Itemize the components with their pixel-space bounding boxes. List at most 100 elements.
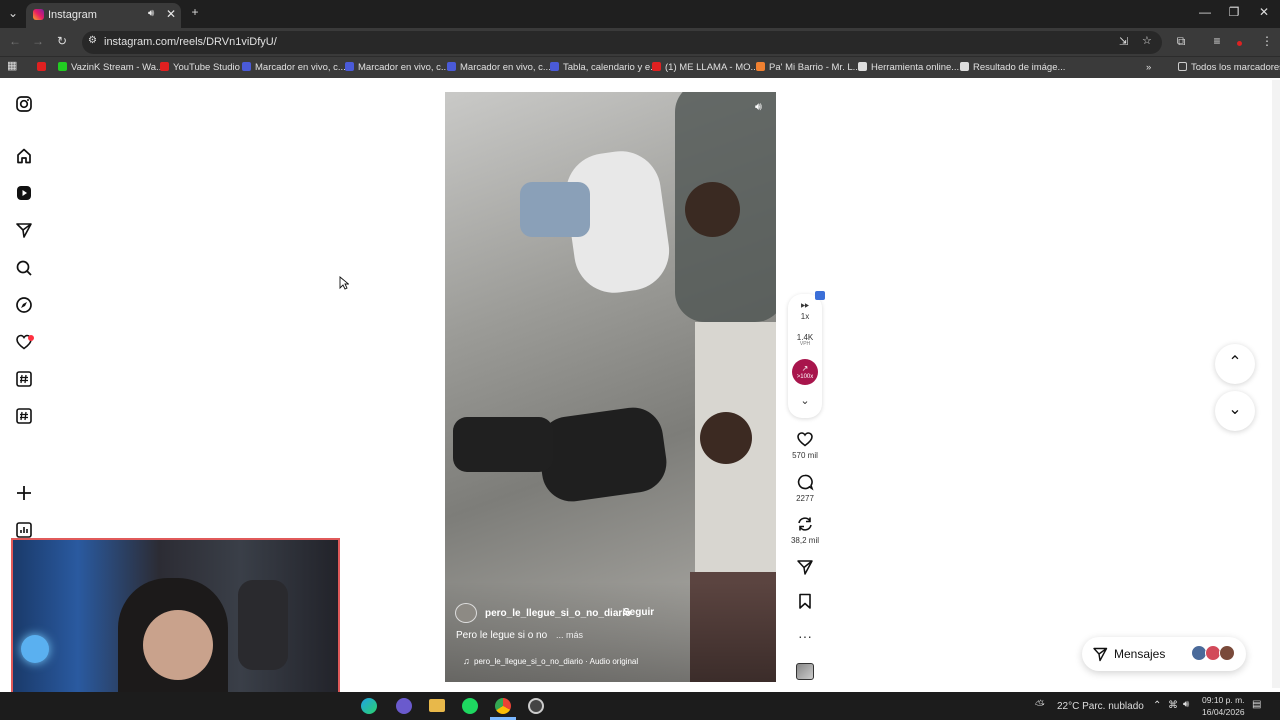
bookmark-label: Resultado de imáge... bbox=[973, 62, 1066, 73]
create-icon[interactable] bbox=[15, 484, 33, 502]
weather-text[interactable]: 22°C Parc. nublado bbox=[1057, 701, 1144, 712]
bookmark-favicon-icon bbox=[447, 62, 456, 71]
bookmark-item[interactable]: Marcador en vivo, c... bbox=[345, 61, 449, 74]
tray-expand-icon[interactable]: ⌃ bbox=[1153, 700, 1161, 711]
instagram-logo-icon[interactable] bbox=[15, 95, 33, 113]
gaming-chair-shape bbox=[238, 580, 288, 670]
bookmark-item[interactable]: Resultado de imáge... bbox=[960, 61, 1065, 74]
audio-thumbnail[interactable] bbox=[796, 663, 814, 680]
home-icon[interactable] bbox=[15, 147, 33, 165]
fast-forward-icon[interactable]: ⏩︎ bbox=[792, 299, 818, 312]
bookmark-star-icon[interactable]: ☆ bbox=[1142, 34, 1152, 47]
site-info-icon[interactable]: ⚙︎ bbox=[88, 35, 97, 46]
file-explorer-icon[interactable] bbox=[429, 699, 445, 712]
media-control-icon[interactable]: ≡ bbox=[1202, 34, 1232, 48]
install-app-icon[interactable]: ⇲ bbox=[1119, 35, 1128, 48]
like-icon[interactable] bbox=[795, 430, 815, 448]
messages-icon[interactable] bbox=[15, 221, 33, 239]
messages-label: Mensajes bbox=[1114, 647, 1166, 661]
comment-count: 2277 bbox=[796, 494, 814, 503]
address-bar[interactable]: ⚙︎ instagram.com/reels/DRVn1viDfyU/ ⇲ ☆ bbox=[82, 31, 1162, 54]
threads-icon[interactable] bbox=[15, 370, 33, 388]
network-icon[interactable]: ⌘ bbox=[1168, 700, 1178, 711]
reel-caption: Pero le legue si o no bbox=[456, 630, 548, 641]
more-link[interactable]: ... más bbox=[556, 630, 583, 640]
discord-icon[interactable] bbox=[396, 698, 412, 714]
trend-badge[interactable]: ↗ >100x bbox=[792, 359, 818, 385]
instagram-favicon-icon bbox=[33, 9, 44, 20]
apps-icon[interactable]: ▦ bbox=[7, 60, 17, 73]
bookmark-item[interactable]: Pa' Mi Barrio - Mr. L... bbox=[756, 61, 861, 74]
messages-pill[interactable]: Mensajes bbox=[1082, 637, 1246, 671]
reel-video[interactable]: 🔊︎ pero_le_llegue_si_o_no_diario Seguir … bbox=[445, 92, 776, 682]
follow-button[interactable]: Seguir bbox=[623, 607, 654, 618]
avatar[interactable] bbox=[455, 603, 477, 623]
reels-icon[interactable] bbox=[15, 184, 33, 202]
new-tab-icon[interactable]: + bbox=[180, 5, 210, 19]
comment-icon[interactable] bbox=[795, 473, 815, 491]
audio-label[interactable]: pero_le_llegue_si_o_no_diario · Audio or… bbox=[474, 657, 638, 666]
bookmark-item[interactable]: YouTube Studio bbox=[160, 61, 240, 74]
close-tab-icon[interactable]: ✕ bbox=[166, 7, 176, 21]
obs-icon[interactable] bbox=[528, 698, 544, 714]
reload-icon[interactable]: ↻ bbox=[47, 34, 77, 48]
repost-icon[interactable] bbox=[795, 515, 815, 533]
bookmark-label: Marcador en vivo, c... bbox=[255, 62, 346, 73]
share-icon[interactable] bbox=[795, 558, 815, 576]
bookmark-item[interactable] bbox=[37, 61, 50, 74]
bookmark-favicon-icon bbox=[652, 62, 661, 71]
profile-icon[interactable] bbox=[1237, 41, 1242, 46]
reel-username[interactable]: pero_le_llegue_si_o_no_diario bbox=[485, 608, 631, 619]
chevron-down-icon[interactable]: ⌄ bbox=[792, 394, 818, 407]
search-icon[interactable] bbox=[15, 259, 33, 277]
spotify-icon[interactable] bbox=[462, 698, 478, 714]
previous-reel-button[interactable]: ⌃ bbox=[1215, 344, 1255, 384]
bookmark-item[interactable]: Herramienta online... bbox=[858, 61, 959, 74]
avatar bbox=[1219, 645, 1235, 661]
explore-icon[interactable] bbox=[15, 296, 33, 314]
bookmark-favicon-icon bbox=[242, 62, 251, 71]
browser-toolbar: ← → ↻ ⚙︎ instagram.com/reels/DRVn1viDfyU… bbox=[0, 28, 1280, 56]
all-bookmarks[interactable]: Todos los marcadores bbox=[1178, 61, 1280, 74]
speed-value[interactable]: 1x bbox=[792, 312, 818, 321]
tab-list-icon[interactable]: ⌄ bbox=[0, 6, 26, 20]
streamer-face bbox=[143, 610, 213, 680]
clock-time[interactable]: 09:10 p. m. bbox=[1202, 695, 1245, 705]
views-unit: VPH bbox=[799, 341, 811, 347]
clock-date[interactable]: 16/04/2026 bbox=[1202, 707, 1245, 717]
edge-icon[interactable] bbox=[361, 698, 377, 714]
trend-icon: ↗ bbox=[801, 364, 809, 373]
more-bookmarks-icon[interactable]: » bbox=[1146, 61, 1151, 74]
threads-icon-2[interactable] bbox=[15, 407, 33, 425]
maximize-icon[interactable]: ❐ bbox=[1219, 5, 1249, 19]
notification-center-icon[interactable]: ▤ bbox=[1252, 699, 1261, 710]
person-shorts bbox=[520, 182, 590, 237]
menu-icon[interactable]: ⋮ bbox=[1252, 34, 1280, 48]
volume-icon[interactable]: 🔊︎ bbox=[1183, 699, 1189, 710]
bookmark-item[interactable]: Tabla, calendario y e... bbox=[550, 61, 658, 74]
bookmark-label: Tabla, calendario y e... bbox=[563, 62, 659, 73]
save-icon[interactable] bbox=[795, 592, 815, 610]
bookmark-favicon-icon bbox=[37, 62, 46, 71]
close-window-icon[interactable]: ✕ bbox=[1249, 5, 1279, 19]
person-black-shirt bbox=[534, 403, 671, 506]
bookmark-item[interactable]: (1) ME LLAMA - MO... bbox=[652, 61, 758, 74]
speaker-icon[interactable]: 🔊︎ bbox=[148, 8, 154, 19]
tab-instagram[interactable]: Instagram 🔊︎ ✕ bbox=[26, 3, 181, 28]
minimize-icon[interactable]: — bbox=[1190, 5, 1220, 19]
sound-icon[interactable]: 🔊︎ bbox=[755, 101, 762, 114]
next-reel-button[interactable]: ⌄ bbox=[1215, 391, 1255, 431]
bookmark-item[interactable]: VazinK Stream - Wa... bbox=[58, 61, 164, 74]
more-options-icon[interactable]: ··· bbox=[792, 628, 818, 644]
bookmark-item[interactable]: Marcador en vivo, c... bbox=[447, 61, 551, 74]
person-shorts-2 bbox=[453, 417, 553, 472]
bookmarks-bar: ▦ VazinK Stream - Wa... YouTube Studio Mar… bbox=[0, 56, 1280, 78]
bookmark-label: Pa' Mi Barrio - Mr. L... bbox=[769, 62, 861, 73]
bookmark-item[interactable]: Marcador en vivo, c... bbox=[242, 61, 346, 74]
extensions-icon[interactable]: ⧉ bbox=[1166, 34, 1196, 49]
bookmark-favicon-icon bbox=[756, 62, 765, 71]
scrollbar[interactable] bbox=[1272, 80, 1280, 688]
webcam-overlay bbox=[11, 538, 340, 712]
dashboard-icon[interactable] bbox=[15, 521, 33, 539]
chrome-icon[interactable] bbox=[495, 698, 511, 714]
